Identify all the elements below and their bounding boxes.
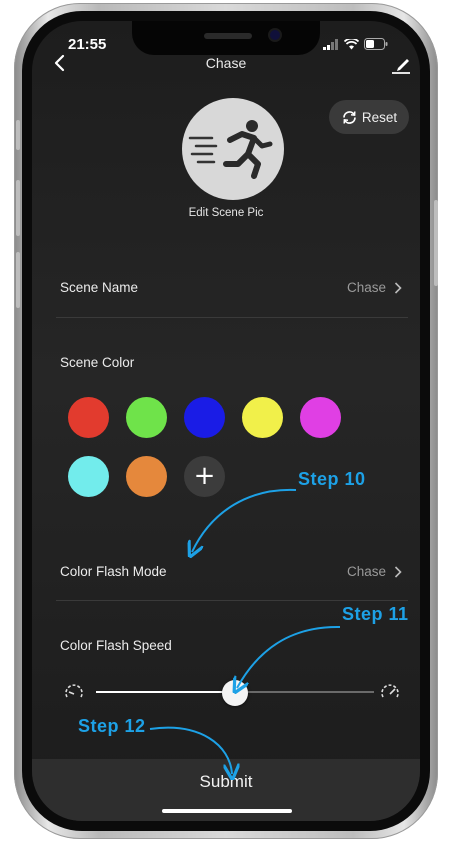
step-12-arrow [149, 726, 232, 774]
step-10-arrow [192, 488, 297, 552]
step-12-annotation: Step 12 [78, 716, 146, 736]
step-10-annotation: Step 10 [298, 469, 366, 489]
annotation-arrows [149, 488, 341, 843]
step-11-arrow [237, 625, 341, 688]
step-11-annotation: Step 11 [342, 604, 409, 624]
